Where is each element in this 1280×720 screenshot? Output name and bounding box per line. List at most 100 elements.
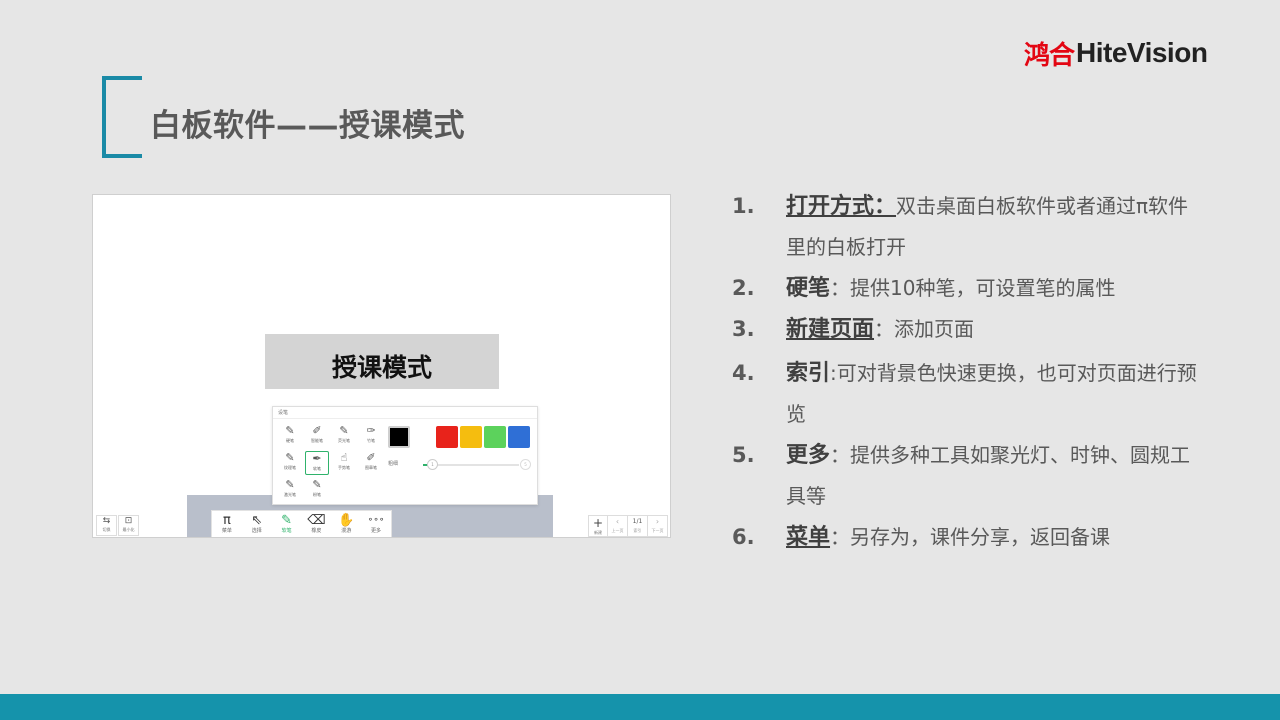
color-swatch-yellow[interactable]	[460, 426, 482, 448]
color-swatch-red[interactable]	[436, 426, 458, 448]
pen-option-label: 荧光笔	[338, 438, 350, 443]
brand-name-en: HiteVision	[1076, 37, 1208, 68]
feature-text: 新建页面：添加页面	[786, 309, 1202, 350]
feature-item: 5. 更多：提供多种工具如聚光灯、时钟、圆规工具等	[732, 435, 1202, 517]
page-navigator: + 新建 ‹ 上一页 1/1 索引 › 下一页	[588, 515, 670, 537]
feature-item: 6. 菜单：另存为，课件分享，返回备课	[732, 517, 1202, 558]
gesture-pen-icon: ☝	[340, 451, 348, 464]
thickness-slider-handle[interactable]: 1	[427, 459, 438, 470]
toolbar-select-button[interactable]: ⇖ 选择	[242, 511, 272, 535]
pen-option-label: 竹笔	[367, 438, 375, 443]
stamp-pen-icon: ✐	[366, 451, 376, 464]
feature-description: ：提供多种工具如聚光灯、时钟、圆规工具等	[786, 443, 1191, 508]
pen-icon: ✎	[285, 424, 295, 437]
chevron-left-icon: ‹	[615, 517, 620, 526]
pen-option-label: 硬笔	[286, 438, 294, 443]
toolbar-label: 选择	[251, 528, 262, 534]
pen-option-label: 图章笔	[365, 465, 377, 470]
color-swatch-green[interactable]	[484, 426, 506, 448]
pen-option-chalk[interactable]: ✎ 粉笔	[305, 478, 329, 502]
minimize-label: 最小化	[122, 527, 135, 532]
minimize-icon: ⊡	[124, 516, 133, 526]
feature-number: 4.	[732, 361, 755, 385]
brush-pen-icon: ✒	[312, 452, 322, 465]
feature-text: 硬笔：提供10种笔，可设置笔的属性	[786, 268, 1202, 309]
more-icon: ∘∘∘	[367, 515, 385, 525]
color-swatch-black[interactable]	[388, 426, 410, 448]
pen-option-label: 激光笔	[284, 492, 296, 497]
page-index-button[interactable]: 1/1 索引	[628, 515, 648, 537]
cursor-icon: ⇖	[251, 513, 263, 528]
feature-number: 6.	[732, 525, 755, 549]
toolbar-label: 橡皮	[311, 528, 322, 534]
pen-option-bamboo[interactable]: ✑ 竹笔	[359, 424, 383, 448]
switch-icon: ⇆	[102, 516, 111, 526]
chalk-icon: ✎	[312, 478, 322, 491]
pen-option-brush[interactable]: ✒ 软笔	[305, 451, 329, 475]
toolbar-roam-button[interactable]: ✋ 漫游	[331, 511, 361, 535]
footer-bar	[0, 694, 1280, 720]
feature-number: 3.	[732, 317, 755, 341]
feature-number: 2.	[732, 276, 755, 300]
toolbar-label: 菜单	[221, 528, 232, 534]
toolbar-menu-button[interactable]: π 菜单	[212, 511, 242, 535]
feature-text: 打开方式：双击桌面白板软件或者通过π软件里的白板打开	[786, 186, 1202, 268]
thickness-label: 粗细	[388, 461, 399, 467]
feature-description: ：添加页面	[874, 317, 975, 341]
toolbar-label: 漫游	[341, 528, 352, 534]
toolbar-pen-button[interactable]: ✎ 软笔	[272, 511, 302, 535]
switch-label: 切换	[102, 527, 111, 532]
toolbar-label: 软笔	[281, 528, 292, 534]
next-page-label: 下一页	[651, 528, 664, 533]
feature-keyword: 新建页面	[786, 317, 875, 342]
toolbar-more-button[interactable]: ∘∘∘ 更多	[361, 511, 391, 535]
toolbar-label: 更多	[371, 528, 382, 534]
feature-description: ：提供10种笔，可设置笔的属性	[830, 276, 1116, 300]
color-swatch-white[interactable]	[412, 426, 434, 448]
feature-keyword: 索引	[786, 361, 831, 386]
pen-option-highlighter[interactable]: ✎ 荧光笔	[332, 424, 356, 448]
bottom-toolbar: π 菜单 ⇖ 选择 ✎ 软笔 ⌫ 橡皮 ✋ 漫游 ∘∘∘ 更多	[211, 510, 392, 537]
pen-option-stamp[interactable]: ✐ 图章笔	[359, 451, 383, 475]
next-page-button[interactable]: › 下一页	[648, 515, 668, 537]
slide-title: 白板软件——授课模式	[150, 108, 465, 144]
pen-option-laser[interactable]: ✎ 激光笔	[278, 478, 302, 502]
feature-text: 更多：提供多种工具如聚光灯、时钟、圆规工具等	[786, 435, 1202, 517]
pen-option-gesture[interactable]: ☝ 手势笔	[332, 451, 356, 475]
color-swatch-blue[interactable]	[508, 426, 530, 448]
feature-number: 1.	[732, 194, 755, 218]
panel-divider	[273, 418, 537, 419]
feature-keyword: 更多	[786, 443, 831, 468]
feature-keyword: 打开方式：	[786, 194, 897, 219]
prev-page-button[interactable]: ‹ 上一页	[608, 515, 628, 537]
hand-icon: ✋	[338, 513, 355, 528]
pi-icon: π	[223, 513, 231, 528]
chevron-right-icon: ›	[655, 517, 660, 526]
smart-pen-icon: ✐	[312, 424, 322, 437]
feature-item: 4. 索引:可对背景色快速更换，也可对页面进行预览	[732, 353, 1202, 435]
feature-number: 5.	[732, 443, 755, 467]
pen-settings-panel: 设笔 ✎ 硬笔 ✐ 智能笔 ✎ 荧光笔 ✑ 竹笔 ✎ 纹理笔 ✒ 软笔 ☝ 手势…	[272, 406, 538, 505]
page-index-label: 索引	[633, 528, 642, 533]
feature-item: 2. 硬笔：提供10种笔，可设置笔的属性	[732, 268, 1202, 309]
feature-description: ：另存为，课件分享，返回备课	[830, 525, 1111, 549]
title-bracket-decoration	[102, 76, 142, 158]
prev-page-label: 上一页	[611, 528, 624, 533]
pen-panel-title: 设笔	[278, 410, 289, 416]
feature-item: 3. 新建页面：添加页面	[732, 309, 1202, 353]
pen-option-hard[interactable]: ✎ 硬笔	[278, 424, 302, 448]
switch-button[interactable]: ⇆ 切换	[96, 515, 117, 536]
pen-option-texture[interactable]: ✎ 纹理笔	[278, 451, 302, 475]
thickness-slider-max: 5	[520, 459, 531, 470]
pen-option-label: 智能笔	[311, 438, 323, 443]
pen-option-label: 软笔	[313, 466, 321, 471]
feature-text: 菜单：另存为，课件分享，返回备课	[786, 517, 1202, 558]
minimize-button[interactable]: ⊡ 最小化	[118, 515, 139, 536]
mode-banner: 授课模式	[265, 334, 499, 389]
pen-option-smart[interactable]: ✐ 智能笔	[305, 424, 329, 448]
highlighter-icon: ✎	[339, 424, 349, 437]
toolbar-eraser-button[interactable]: ⌫ 橡皮	[301, 511, 331, 535]
new-page-button[interactable]: + 新建	[588, 515, 608, 537]
feature-text: 索引:可对背景色快速更换，也可对页面进行预览	[786, 353, 1202, 435]
pen-option-label: 手势笔	[338, 465, 350, 470]
